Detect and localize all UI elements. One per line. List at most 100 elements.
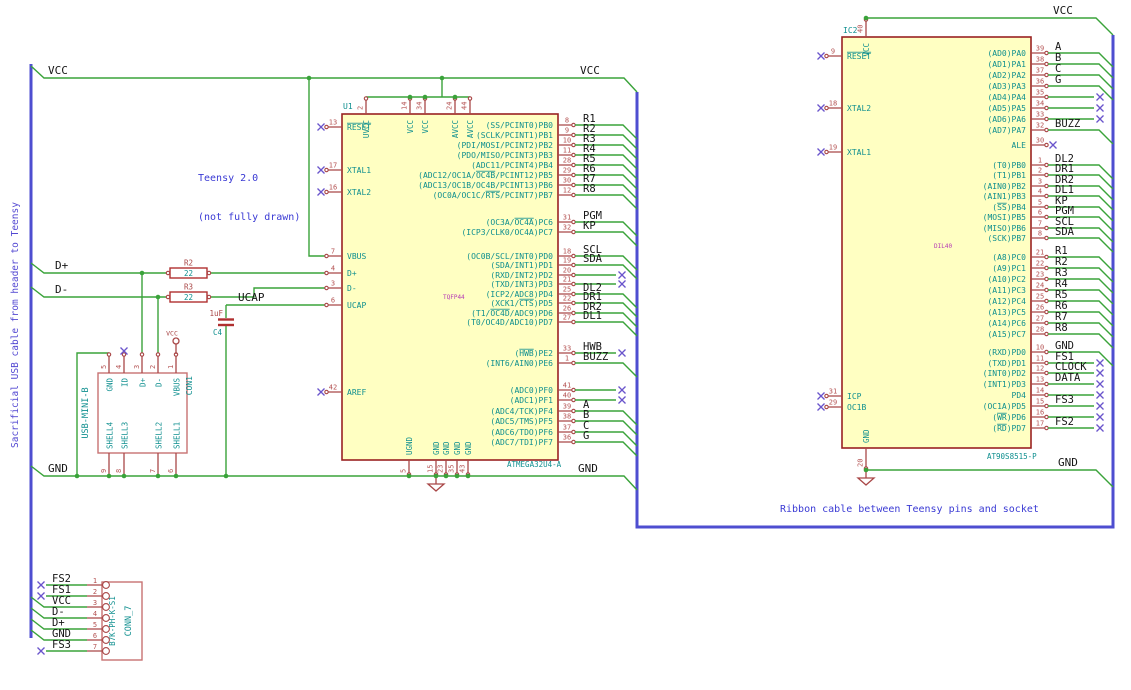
pin-number: 6 [93,632,97,640]
pin-number: 3 [331,280,335,288]
usb-value[interactable]: USB-MINI-B [81,387,91,438]
net-label[interactable]: R8 [1055,322,1068,334]
net-label[interactable]: D+ [55,259,69,272]
pin-name: GND [453,441,462,455]
pin-name: (A13)PC5 [987,308,1026,317]
net-label[interactable]: SDA [1055,226,1075,238]
pin-number: 5 [100,365,108,369]
ic-ic2[interactable]: IC2 AT90S8515-P DIL40 [841,26,1037,461]
pin-number: 9 [565,127,569,135]
pin-name: (XCK1/CTS)PD5 [490,299,553,308]
pin-end [571,300,576,306]
resistor-value[interactable]: 22 [184,269,193,278]
net-label[interactable]: FS2 [1055,416,1074,428]
net-label[interactable]: VCC [48,64,68,77]
wire[interactable] [575,264,638,280]
pin-end [324,302,329,308]
wire[interactable] [209,287,326,298]
note-ribbon-cable: Ribbon cable between Teensy pins and soc… [780,504,1039,515]
capacitor-value[interactable]: 1uF [209,309,223,318]
pin-name: (OC3A/OC4A)PC6 [486,218,554,227]
wire[interactable] [1048,129,1114,145]
header-pin-7[interactable]: 7 FS3 [52,639,110,655]
header-reference[interactable]: CONN_7 [124,606,134,637]
ic-reference[interactable]: U1 [343,102,353,111]
ic-reference[interactable]: IC2 [843,26,858,35]
pin-end [139,352,145,357]
resistor-reference[interactable]: R3 [184,283,193,292]
net-label[interactable]: VCC [580,64,600,77]
ic-footprint[interactable]: DIL40 [934,243,952,250]
wire[interactable] [866,469,1114,488]
resistor-r2[interactable]: R222 [165,259,212,279]
pin-end [571,152,576,158]
pin-number: 15 [427,465,435,473]
wire[interactable] [575,362,638,378]
net-label[interactable]: D- [55,283,68,296]
net-label[interactable]: GND [578,462,598,475]
vcc-power-flag[interactable]: VCC [166,330,180,355]
net-label[interactable]: BUZZ [583,351,608,363]
pin-end [1044,183,1049,189]
ic-footprint[interactable]: TQFP44 [443,294,465,301]
pin-number: 8 [1038,230,1042,238]
net-label[interactable]: UCAP [238,291,265,304]
net-label[interactable]: G [583,430,589,442]
pin-number: 8 [115,469,123,473]
resistor-value[interactable]: 22 [184,293,193,302]
net-label[interactable]: VCC [1053,4,1073,17]
wire[interactable] [1048,85,1114,101]
net-label[interactable]: FS3 [52,639,71,651]
pin-name: (AD7)PA7 [987,126,1026,135]
pin-end [571,122,576,128]
ic-value[interactable]: ATMEGA32U4-A [507,460,562,469]
pin-name: (T1/OC4D/ADC9)PD6 [471,309,553,318]
pin-name: VCC [406,120,415,134]
pin-end [1044,105,1049,111]
junction-dot [407,94,413,100]
net-label[interactable]: GND [48,462,68,475]
pin-number: 12 [563,187,571,195]
pin-name: (SDA/INT1)PD1 [490,261,553,270]
pin-end [121,352,127,357]
pin-end [324,189,329,195]
wire[interactable] [30,286,168,298]
net-label[interactable]: R8 [583,183,596,195]
pin-number: 16 [1036,409,1044,417]
wire[interactable] [575,441,638,457]
pin-end [102,603,110,611]
pin-name: (AD3)PA3 [987,82,1026,91]
resistor-reference[interactable]: R2 [184,259,193,268]
net-label[interactable]: FS3 [1055,394,1074,406]
wire[interactable] [866,17,1114,36]
wire[interactable] [575,321,638,337]
capacitor-reference[interactable]: C4 [213,328,223,337]
net-label[interactable]: DL1 [583,310,602,322]
usb-reference[interactable]: CON1 [185,376,194,395]
capacitor-c4[interactable]: 1uF C4 [209,309,234,337]
pin-number: 16 [329,184,337,192]
net-label[interactable]: GND [1058,456,1078,469]
pin-name: (A11)PC3 [987,286,1026,295]
wire[interactable] [30,262,168,274]
pin-end [102,625,110,633]
no-connect-marker [37,581,45,589]
junction-dot [443,473,449,479]
pin-name: (ADC12/OC1A/OC4B/PCINT12)PB5 [418,171,553,180]
resistor-r3[interactable]: R322 [165,283,212,303]
pin-end [467,96,473,101]
pin-name: (SCK)PB7 [987,234,1026,243]
pin-number: 7 [1038,220,1042,228]
wire[interactable] [30,65,638,93]
net-label[interactable]: DATA [1055,372,1081,384]
net-label[interactable]: SDA [583,253,603,265]
wire[interactable] [575,194,638,210]
pin-name: (INT0)PD2 [983,369,1027,378]
pin-end [1044,172,1049,178]
net-label[interactable]: BUZZ [1055,118,1080,130]
pin-name: (ADC7/TDI)PF7 [490,438,553,447]
ic-value[interactable]: AT90S8515-P [987,452,1037,461]
pin-name: (MOSI)PB5 [983,213,1027,222]
net-label[interactable]: KP [583,220,596,232]
net-label[interactable]: G [1055,74,1061,86]
